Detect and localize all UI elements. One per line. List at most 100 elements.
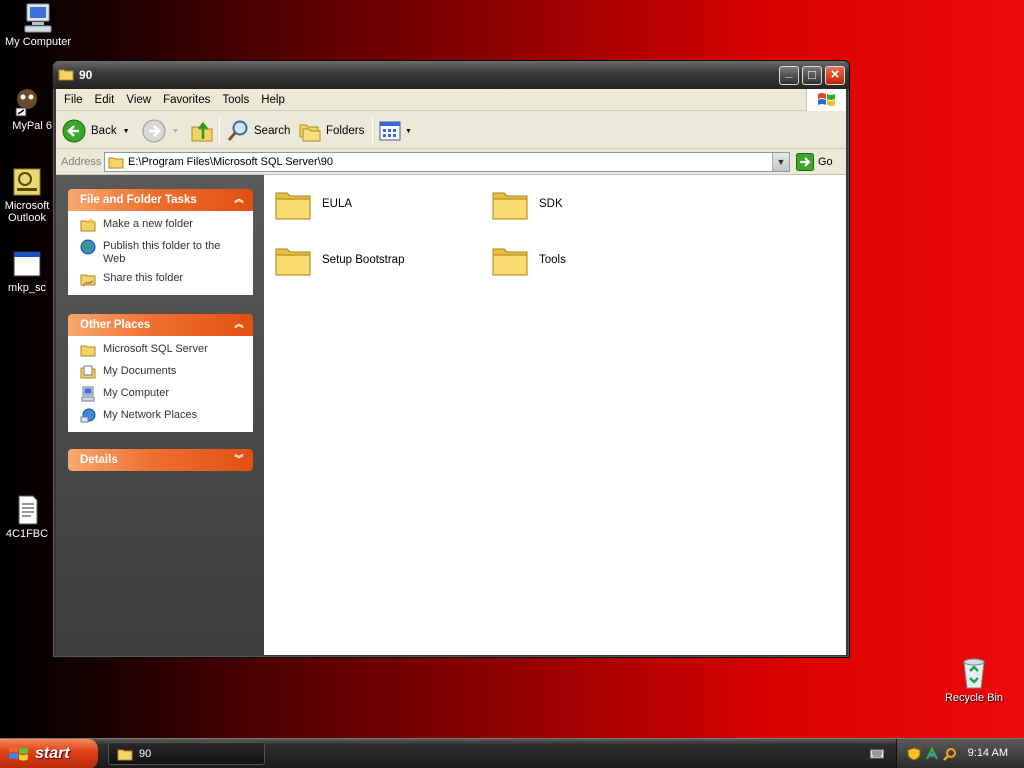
address-path: E:\Program Files\Microsoft SQL Server\90 [128, 156, 333, 168]
folder-item[interactable]: SDK [491, 185, 563, 223]
panel-title: Details [80, 454, 118, 466]
windows-flag-icon [818, 93, 835, 106]
task-publish-web[interactable]: Publish this folder to the Web [80, 239, 245, 265]
outlook-icon [13, 168, 41, 196]
folder-label: EULA [322, 198, 353, 210]
desktop-icon-label: mkp_sc [8, 282, 46, 294]
desktop-icon-4c1fbc[interactable]: 4C1FBC [0, 494, 54, 540]
taskbar-window-button[interactable]: 90 [108, 742, 265, 765]
menu-help[interactable]: Help [255, 89, 291, 106]
other-places-header[interactable]: Other Places ︽ [68, 314, 253, 336]
back-button[interactable]: Back ▼ [62, 119, 130, 143]
task-share-folder[interactable]: Share this folder [80, 271, 245, 287]
task-make-new-folder[interactable]: Make a new folder [80, 217, 245, 233]
back-label: Back [91, 125, 117, 137]
close-icon: × [830, 66, 840, 83]
folder-label: Setup Bootstrap [322, 254, 405, 266]
details-panel: Details ︾ [68, 449, 253, 471]
folder-item[interactable]: Tools [491, 241, 566, 279]
folder-item[interactable]: EULA [274, 185, 352, 223]
network-status-icon[interactable] [925, 747, 939, 761]
file-folder-tasks-body: Make a new folder Publish this folder to… [68, 211, 253, 295]
folder-item[interactable]: Setup Bootstrap [274, 241, 404, 279]
taskbar-window-label: 90 [139, 747, 152, 760]
place-my-computer[interactable]: My Computer [80, 386, 245, 402]
views-grid-icon [379, 121, 401, 141]
network-icon [80, 408, 96, 423]
start-button[interactable]: start [0, 739, 98, 768]
forward-arrow-icon [142, 119, 166, 143]
expand-chevron-icon[interactable]: ︾ [233, 454, 245, 466]
search-label: Search [254, 125, 291, 137]
place-microsoft-sql-server[interactable]: Microsoft SQL Server [80, 342, 245, 358]
toolbar-separator [372, 117, 373, 145]
folder-label: Tools [539, 254, 566, 266]
folders-button[interactable]: Folders [298, 119, 364, 143]
clock[interactable]: 9:14 AM [968, 747, 1008, 759]
minimize-button[interactable]: _ [779, 64, 799, 85]
windows-flag-icon [9, 746, 28, 761]
collapse-chevron-icon[interactable]: ︽ [233, 319, 245, 331]
desktop-icon-outlook[interactable]: Microsoft Outlook [0, 166, 54, 226]
desktop-icon-mypal[interactable]: MyPal 6 [0, 86, 54, 132]
standard-toolbar: Back ▼ ▼ Search Folders ▼ [56, 111, 846, 149]
folder-icon [117, 749, 133, 760]
folder-icon [108, 157, 124, 169]
search-button[interactable]: Search [226, 119, 290, 143]
file-folder-tasks-panel: File and Folder Tasks ︽ Make a new folde… [68, 189, 253, 295]
up-folder-button[interactable] [190, 119, 214, 143]
panel-title: Other Places [80, 319, 151, 331]
details-header[interactable]: Details ︾ [68, 449, 253, 471]
chevron-down-icon: ▼ [405, 127, 412, 135]
folder-icon [275, 192, 311, 220]
up-folder-icon [191, 121, 213, 142]
task-label: Share this folder [103, 272, 184, 284]
collapse-chevron-icon[interactable]: ︽ [233, 194, 245, 206]
task-pane: File and Folder Tasks ︽ Make a new folde… [56, 175, 264, 655]
folder-icon [275, 248, 311, 276]
taskbar: start 90 9:14 AM [0, 738, 1024, 768]
desktop-icon-my-computer[interactable]: My Computer [0, 2, 76, 48]
menu-tools[interactable]: Tools [216, 89, 255, 106]
views-button[interactable]: ▼ [378, 119, 412, 143]
place-my-network-places[interactable]: My Network Places [80, 408, 245, 424]
folders-icon [299, 124, 321, 142]
menu-file[interactable]: File [58, 89, 89, 106]
forward-button[interactable]: ▼ [142, 119, 179, 143]
folder-view: EULA SDK Setup Bootstrap Tools [264, 175, 846, 655]
search-icon[interactable] [943, 747, 957, 761]
address-input[interactable]: E:\Program Files\Microsoft SQL Server\90… [104, 152, 790, 172]
search-icon [227, 120, 248, 141]
go-button[interactable]: Go [796, 153, 833, 171]
menu-bar: File Edit View Favorites Tools Help [56, 89, 846, 111]
text-file-icon [18, 495, 38, 525]
title-bar[interactable]: 90 _ □ × [53, 61, 849, 89]
explorer-window: 90 _ □ × File Edit View Favorites Tools Help [52, 60, 850, 658]
menu-edit[interactable]: Edit [89, 89, 121, 106]
menu-favorites[interactable]: Favorites [157, 89, 216, 106]
other-places-body: Microsoft SQL Server My Documents My Com… [68, 336, 253, 432]
folder-label: SDK [539, 198, 563, 210]
desktop-icon-mkp-sc[interactable]: mkp_sc [0, 248, 54, 294]
desktop-icon-label: Microsoft Outlook [4, 200, 50, 224]
recycle-bin-icon [963, 658, 985, 689]
go-label: Go [818, 156, 833, 168]
desktop-icon-recycle-bin[interactable]: Recycle Bin [936, 656, 1012, 704]
maximize-icon: □ [808, 67, 816, 82]
chevron-down-icon: ▼ [122, 127, 130, 135]
folder-icon [492, 192, 528, 220]
security-shield-icon[interactable] [907, 747, 921, 761]
maximize-button[interactable]: □ [802, 66, 822, 85]
task-label: Publish this folder to the Web [103, 240, 221, 265]
address-label: Address [61, 156, 102, 168]
place-my-documents[interactable]: My Documents [80, 364, 245, 380]
keyboard-icon[interactable] [870, 748, 884, 760]
start-label: start [35, 745, 70, 762]
file-folder-tasks-header[interactable]: File and Folder Tasks ︽ [68, 189, 253, 211]
back-arrow-icon [62, 119, 86, 143]
other-places-panel: Other Places ︽ Microsoft SQL Server My D… [68, 314, 253, 432]
close-button[interactable]: × [825, 66, 845, 85]
address-dropdown-button[interactable]: ▼ [772, 153, 789, 171]
task-label: Make a new folder [103, 218, 193, 230]
menu-view[interactable]: View [120, 89, 157, 106]
